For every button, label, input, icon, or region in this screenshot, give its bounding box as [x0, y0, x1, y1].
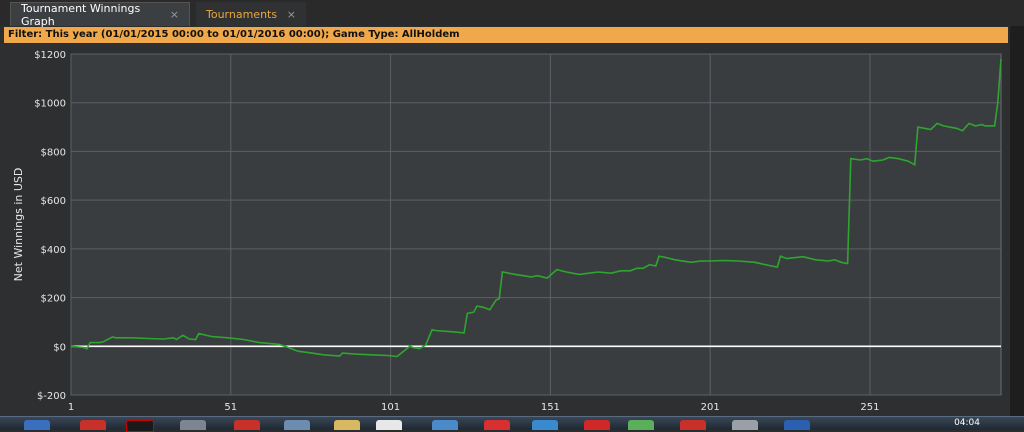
- x-tick-label: 51: [224, 402, 237, 413]
- y-tick-label: $800: [41, 147, 66, 158]
- tab-label: Tournament Winnings Graph: [21, 1, 141, 28]
- x-tick-label: 1: [68, 402, 74, 413]
- tab-label: Tournaments: [206, 7, 278, 21]
- taskbar: 04:04: [0, 416, 1024, 432]
- chart-area: $-200 $0 $200 $400 $600 $800 $1000 $1200 1 51 101 1…: [0, 44, 1010, 416]
- y-tick-label: $600: [41, 196, 66, 207]
- y-tick-label: $200: [41, 294, 66, 305]
- y-tick-label: $-200: [37, 391, 66, 402]
- close-icon[interactable]: ×: [287, 8, 296, 21]
- plot-area: [70, 53, 1002, 396]
- filter-bar: Filter: This year (01/01/2015 00:00 to 0…: [4, 27, 1008, 43]
- y-tick-label: $1000: [34, 99, 66, 110]
- y-tick-label: $400: [41, 245, 66, 256]
- app-icon[interactable]: [126, 420, 154, 432]
- y-tick-label: $0: [53, 342, 66, 353]
- x-tick-label: 101: [381, 402, 400, 413]
- tab-tournaments[interactable]: Tournaments ×: [196, 2, 306, 26]
- winnings-chart: $-200$0$200$400$600$800$1000$12001 51 101 1…: [12, 50, 1002, 413]
- y-tick-label: $1200: [34, 50, 66, 61]
- tab-tournament-winnings-graph[interactable]: Tournament Winnings Graph ×: [10, 1, 190, 28]
- clock: 04:04: [954, 418, 980, 428]
- tab-bar: Tournament Winnings Graph × Tournaments …: [0, 0, 1024, 28]
- x-tick-label: 201: [701, 402, 720, 413]
- x-tick-label: 251: [860, 402, 879, 413]
- x-tick-label: 151: [541, 402, 560, 413]
- scrollbar-track[interactable]: [1010, 26, 1024, 416]
- y-axis-label: Net Winnings in USD: [12, 168, 25, 282]
- close-icon[interactable]: ×: [170, 8, 179, 21]
